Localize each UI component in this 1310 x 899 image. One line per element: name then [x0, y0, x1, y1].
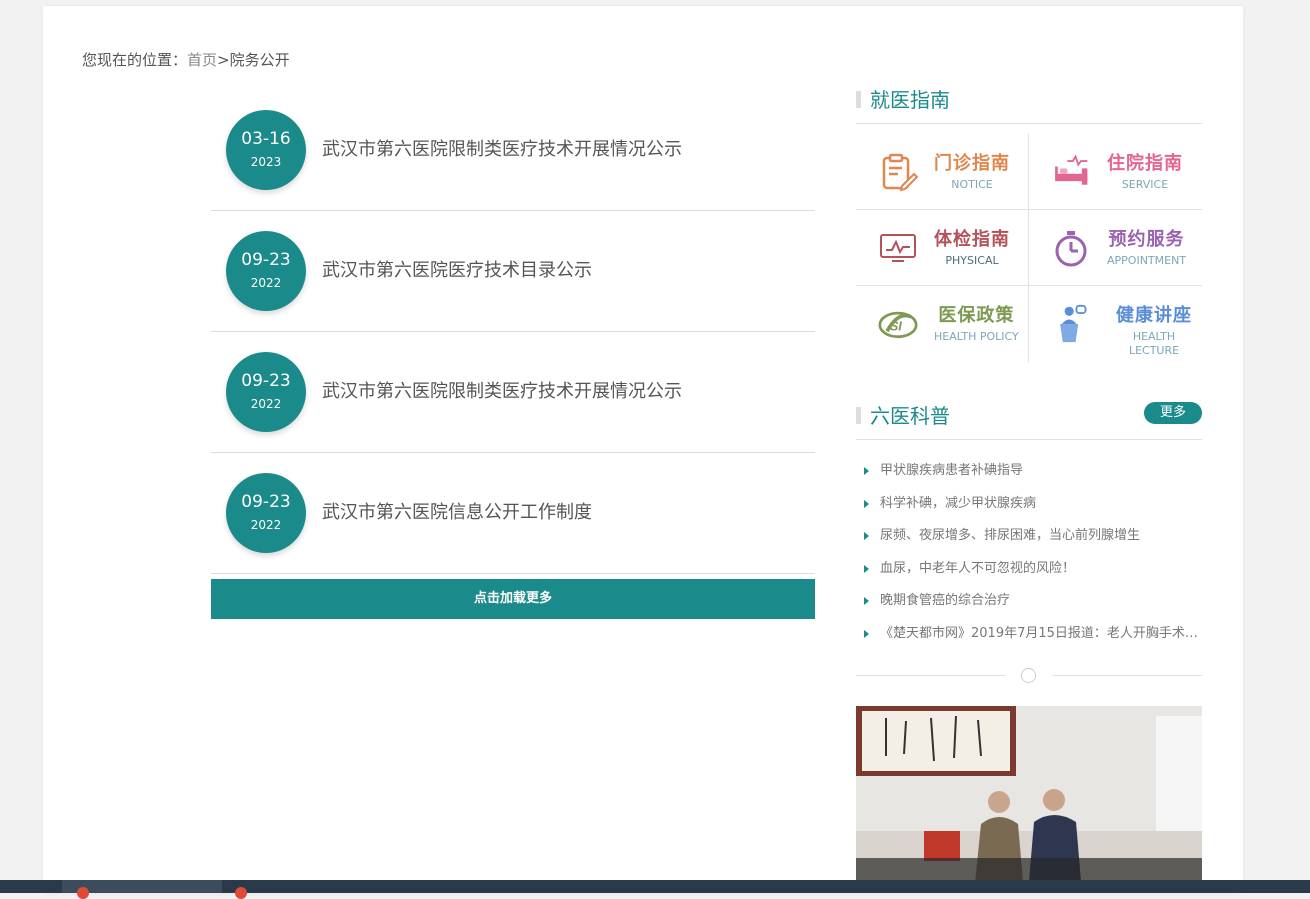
section-marker [856, 407, 861, 424]
guide-text: 体检指南 PHYSICAL [934, 228, 1010, 268]
news-list: 03-16 2023 武汉市第六医院限制类医疗技术开展情况公示 09-23 20… [211, 90, 815, 574]
list-item[interactable]: 科学补碘，减少甲状腺疾病 [856, 493, 1202, 526]
guide-label: 体检指南 [934, 229, 1010, 250]
guide-sublabel: NOTICE [951, 178, 993, 191]
science-item-text: 科学补碘，减少甲状腺疾病 [880, 495, 1037, 511]
guide-text: 健康讲座 HEALTH LECTURE [1107, 304, 1201, 358]
news-item[interactable]: 09-23 2022 武汉市第六医院限制类医疗技术开展情况公示 [211, 332, 815, 453]
guide-section-header: 就医指南 [856, 86, 1202, 124]
caret-right-icon [864, 532, 869, 540]
breadcrumb-current: 院务公开 [229, 51, 290, 69]
science-item-text: 晚期食管癌的综合治疗 [880, 593, 1011, 608]
divider-line [856, 675, 1006, 676]
science-section-title: 六医科普 [870, 404, 950, 428]
guide-label: 医保政策 [938, 305, 1015, 326]
guide-sublabel: HEALTH POLICY [934, 330, 1019, 343]
date-year: 2023 [250, 155, 282, 169]
taskbar [0, 880, 1310, 899]
breadcrumb-home-link[interactable]: 首页 [187, 51, 217, 69]
caret-right-icon [864, 467, 869, 475]
photo-image [856, 706, 1202, 893]
news-item[interactable]: 09-23 2022 武汉市第六医院信息公开工作制度 [211, 453, 815, 574]
guide-label: 健康讲座 [1116, 305, 1192, 326]
section-divider [856, 665, 1202, 685]
breadcrumb: 您现在的位置：首页>院务公开 [82, 49, 290, 70]
date-month-day: 09-23 [241, 250, 291, 270]
date-year: 2022 [250, 518, 282, 532]
stopwatch-icon [1055, 231, 1087, 267]
list-item[interactable]: 晚期食管癌的综合治疗 [856, 590, 1202, 623]
feature-photo[interactable] [856, 706, 1202, 893]
science-item-text: 尿频、夜尿增多、排尿困难，当心前列腺增生 [880, 528, 1141, 543]
date-year: 2022 [250, 397, 282, 411]
caret-right-icon [864, 564, 869, 573]
guide-sublabel: PHYSICAL [945, 254, 999, 267]
guide-physical[interactable]: 体检指南 PHYSICAL [856, 210, 1028, 285]
svg-text:SI: SI [890, 318, 902, 333]
guide-insurance[interactable]: SI 医保政策 HEALTH POLICY [856, 286, 1028, 361]
guide-sublabel: APPOINTMENT [1107, 254, 1187, 267]
taskbar-tab[interactable] [62, 880, 222, 899]
hospital-bed-icon [1055, 154, 1088, 185]
guide-label: 门诊指南 [934, 153, 1010, 174]
science-item-text: 《楚天都市网》2019年7月15日报道：老人开胸手术后…… [880, 625, 1202, 641]
content-panel: 您现在的位置：首页>院务公开 03-16 2023 武汉市第六医院限制类医疗技术… [43, 6, 1243, 893]
guide-text: 住院指南 SERVICE [1107, 152, 1183, 192]
lecturer-podium-icon [1060, 304, 1087, 343]
science-list: 甲状腺疾病患者补碘指导 科学补碘，减少甲状腺疾病 尿频、夜尿增多、排尿困难，当心… [856, 440, 1202, 655]
section-marker [856, 91, 861, 108]
guide-section-title: 就医指南 [870, 88, 950, 112]
guide-grid: 门诊指南 NOTICE 住院指南 SERVICE 体检指南 PHYSICAL 预… [856, 134, 1202, 362]
date-month-day: 09-23 [241, 492, 291, 512]
load-more-button[interactable]: 点击加载更多 [211, 579, 815, 619]
guide-label: 预约服务 [1108, 229, 1185, 250]
guide-inpatient[interactable]: 住院指南 SERVICE [1029, 134, 1201, 209]
si-logo-icon: SI [878, 311, 918, 339]
guide-lecture[interactable]: 健康讲座 HEALTH LECTURE [1029, 286, 1201, 361]
date-badge: 09-23 2022 [226, 352, 306, 432]
app-icon [235, 887, 247, 899]
date-month-day: 09-23 [241, 371, 291, 391]
science-section: 六医科普 更多 甲状腺疾病患者补碘指导 科学补碘，减少甲状腺疾病 尿频、夜尿增多… [856, 402, 1202, 685]
list-item[interactable]: 《楚天都市网》2019年7月15日报道：老人开胸手术后…… [856, 623, 1202, 656]
news-title-link[interactable]: 武汉市第六医院限制类医疗技术开展情况公示 [322, 138, 682, 162]
date-badge: 09-23 2022 [226, 231, 306, 311]
guide-label: 住院指南 [1107, 153, 1183, 174]
science-section-header: 六医科普 更多 [856, 402, 1202, 440]
list-item[interactable]: 血尿，中老年人不可忽视的风险！ [856, 558, 1202, 591]
list-item[interactable]: 尿频、夜尿增多、排尿困难，当心前列腺增生 [856, 525, 1202, 558]
news-title-link[interactable]: 武汉市第六医院限制类医疗技术开展情况公示 [322, 380, 682, 404]
date-year: 2022 [250, 276, 282, 290]
clipboard-pen-icon [882, 153, 918, 192]
circle-icon [1021, 668, 1036, 683]
caret-right-icon [864, 597, 869, 605]
more-button[interactable]: 更多 [1144, 402, 1202, 424]
breadcrumb-separator: > [217, 51, 230, 69]
divider-line [1052, 675, 1202, 676]
guide-appointment[interactable]: 预约服务 APPOINTMENT [1029, 210, 1201, 285]
guide-text: 预约服务 APPOINTMENT [1107, 228, 1186, 268]
list-item[interactable]: 甲状腺疾病患者补碘指导 [856, 460, 1202, 493]
taskbar-tab[interactable] [225, 880, 255, 899]
news-title-link[interactable]: 武汉市第六医院医疗技术目录公示 [322, 259, 592, 283]
news-item[interactable]: 03-16 2023 武汉市第六医院限制类医疗技术开展情况公示 [211, 90, 815, 211]
guide-sublabel: SERVICE [1121, 178, 1169, 191]
date-badge: 03-16 2023 [226, 110, 306, 190]
app-icon [77, 887, 89, 899]
breadcrumb-prefix: 您现在的位置： [82, 51, 188, 69]
date-badge: 09-23 2022 [226, 473, 306, 553]
guide-sublabel: HEALTH LECTURE [1128, 330, 1180, 357]
caret-right-icon [864, 499, 869, 508]
science-item-text: 甲状腺疾病患者补碘指导 [880, 463, 1024, 478]
news-title-link[interactable]: 武汉市第六医院信息公开工作制度 [322, 501, 592, 525]
caret-right-icon [864, 629, 869, 638]
science-item-text: 血尿，中老年人不可忽视的风险！ [880, 560, 1076, 576]
news-item[interactable]: 09-23 2022 武汉市第六医院医疗技术目录公示 [211, 211, 815, 332]
guide-text: 门诊指南 NOTICE [934, 152, 1010, 192]
guide-outpatient[interactable]: 门诊指南 NOTICE [856, 134, 1028, 209]
guide-text: 医保政策 HEALTH POLICY [934, 304, 1019, 344]
date-month-day: 03-16 [241, 129, 291, 149]
sidebar: 就医指南 门诊指南 NOTICE 住院指南 SERVICE 体检指南 PHYSI… [856, 86, 1202, 685]
monitor-pulse-icon [880, 234, 916, 262]
